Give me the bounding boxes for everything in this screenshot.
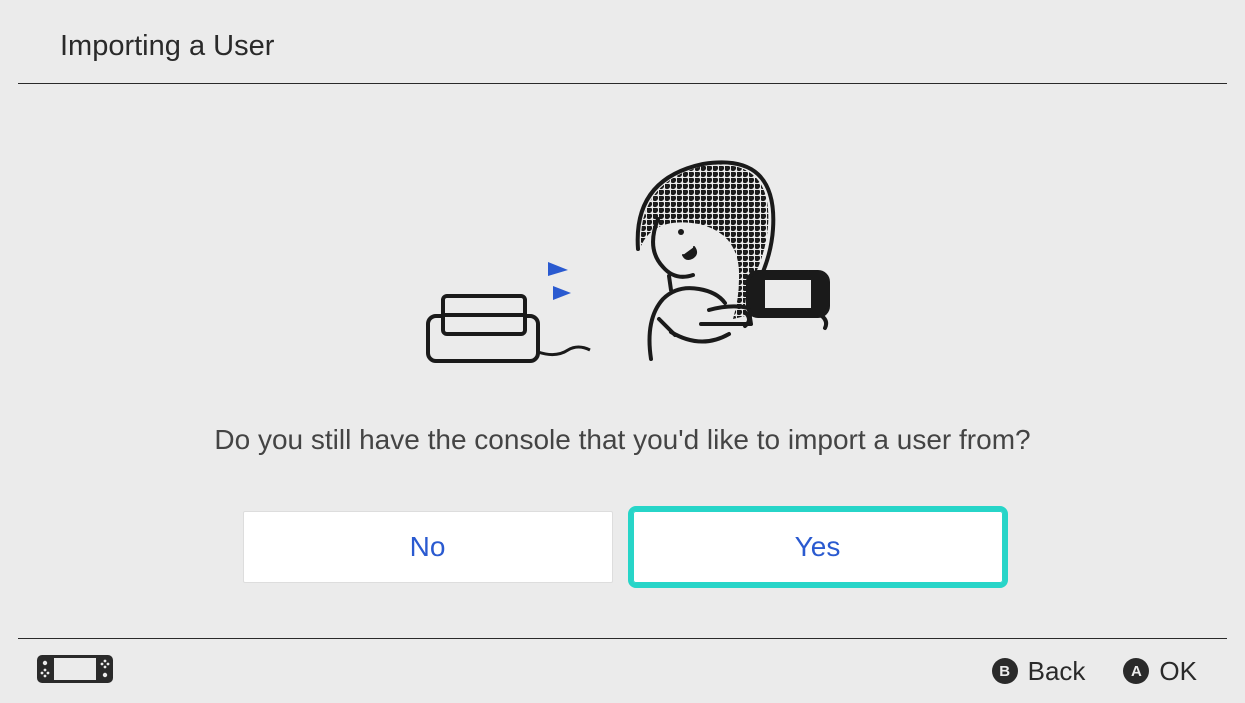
header: Importing a User [0, 0, 1245, 83]
button-row: No Yes [243, 511, 1003, 583]
yes-button-label: Yes [795, 531, 841, 563]
main-content: Do you still have the console that you'd… [0, 84, 1245, 638]
yes-button[interactable]: Yes [633, 511, 1003, 583]
illustration-user-console [413, 154, 833, 384]
footer: B Back A OK [0, 639, 1245, 703]
back-label: Back [1028, 656, 1086, 687]
ok-label: OK [1159, 656, 1197, 687]
page-title: Importing a User [60, 30, 1245, 63]
a-button-icon: A [1123, 658, 1149, 684]
no-button[interactable]: No [243, 511, 613, 583]
back-hint[interactable]: B Back [992, 656, 1086, 687]
controller-icon [36, 654, 114, 689]
no-button-label: No [410, 531, 446, 563]
ok-hint[interactable]: A OK [1123, 656, 1197, 687]
b-button-icon: B [992, 658, 1018, 684]
question-text: Do you still have the console that you'd… [214, 424, 1030, 456]
